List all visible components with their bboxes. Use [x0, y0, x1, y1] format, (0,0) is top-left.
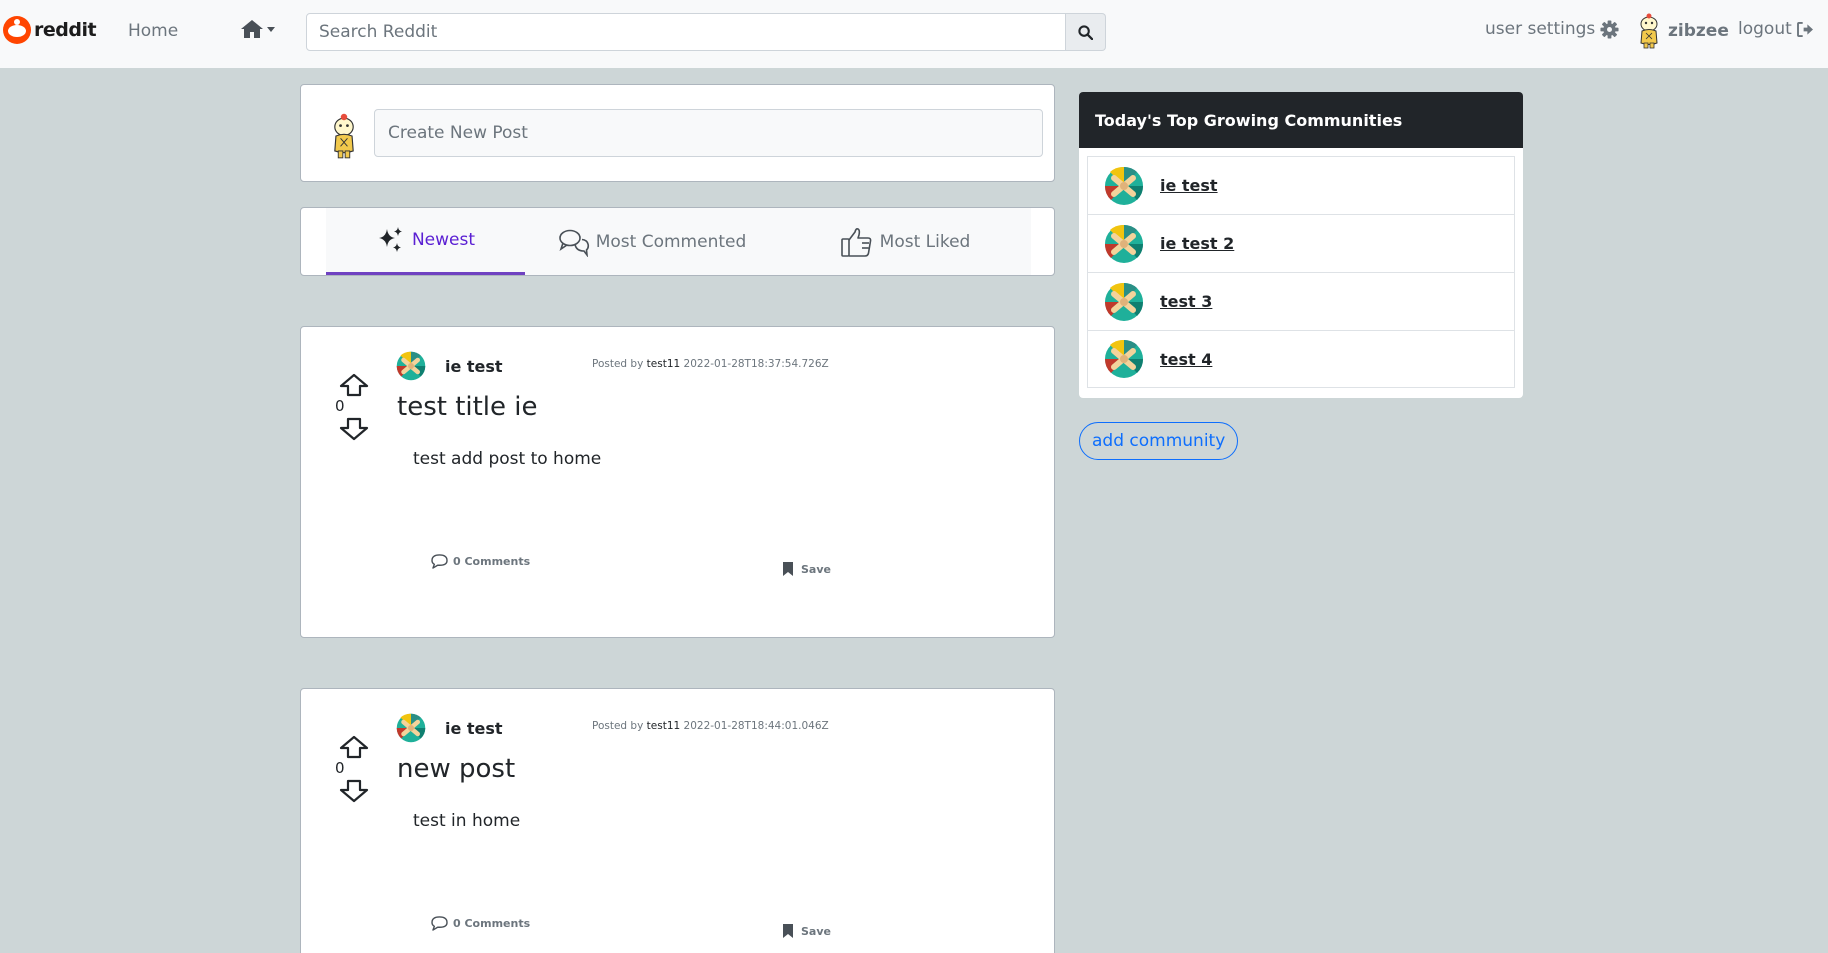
- brand-name: reddit: [34, 19, 97, 41]
- community-link[interactable]: test 4: [1160, 350, 1212, 369]
- community-link[interactable]: ie test: [1160, 176, 1218, 195]
- nav-home-link[interactable]: Home: [128, 21, 178, 41]
- save-button[interactable]: Save: [782, 923, 831, 939]
- comments-count-label: 0 Comments: [453, 917, 531, 930]
- logout-link[interactable]: logout: [1738, 19, 1814, 39]
- post-timestamp: 2022-01-28T18:37:54.726Z: [683, 358, 829, 370]
- downvote-arrow-icon[interactable]: [339, 417, 369, 441]
- logout-label: logout: [1738, 19, 1792, 39]
- search-input[interactable]: [306, 13, 1067, 51]
- chat-bubbles-icon: [558, 229, 589, 257]
- top-navbar: reddit Home user settings zibzee logout: [0, 0, 1828, 68]
- upvote-arrow-icon[interactable]: [339, 373, 369, 397]
- bookmark-icon: [783, 562, 793, 576]
- save-label: Save: [801, 924, 831, 938]
- comment-bubble-icon: [431, 916, 448, 931]
- create-post-input[interactable]: [374, 109, 1043, 157]
- bookmark-icon: [783, 924, 793, 938]
- post-timestamp: 2022-01-28T18:44:01.046Z: [683, 720, 829, 732]
- community-link[interactable]: ie test 2: [1160, 234, 1234, 253]
- post-header: ie test: [396, 713, 503, 743]
- tab-most-liked[interactable]: Most Liked: [779, 208, 1031, 275]
- sort-tabs-card: Newest Most Commented Most Liked: [300, 207, 1055, 276]
- vote-count: 0: [335, 397, 345, 415]
- home-dropdown-toggle[interactable]: [240, 19, 275, 39]
- community-list-item[interactable]: ie test 2: [1087, 214, 1515, 272]
- sign-out-icon: [1796, 21, 1813, 37]
- search-button[interactable]: [1066, 13, 1106, 51]
- community-link[interactable]: test 3: [1160, 292, 1212, 311]
- post-title[interactable]: new post: [397, 754, 515, 784]
- community-avatar: [396, 351, 426, 381]
- community-avatar: [1104, 282, 1144, 321]
- post-body: test add post to home: [413, 449, 602, 469]
- post-author[interactable]: test11: [647, 720, 681, 732]
- reddit-logo-icon: [3, 16, 31, 44]
- comments-button[interactable]: 0 Comments: [431, 554, 530, 569]
- post-header: ie test: [396, 351, 503, 381]
- upvote-arrow-icon[interactable]: [339, 735, 369, 759]
- community-list: ie test ie test 2 test 3 test 4: [1087, 156, 1515, 388]
- comments-button[interactable]: 0 Comments: [431, 916, 530, 931]
- create-post-card: [300, 84, 1055, 182]
- post-community-name[interactable]: ie test: [445, 357, 503, 376]
- vote-count: 0: [335, 759, 345, 777]
- sort-tabs: Newest Most Commented Most Liked: [326, 208, 1031, 275]
- post-meta: Posted by test11 2022-01-28T18:44:01.046…: [592, 720, 829, 732]
- community-list-item[interactable]: ie test: [1087, 156, 1515, 214]
- tab-newest-label: Newest: [411, 230, 476, 250]
- search-bar: [306, 13, 1106, 51]
- post-community-name[interactable]: ie test: [445, 719, 503, 738]
- community-list-item[interactable]: test 4: [1087, 330, 1515, 388]
- save-label: Save: [801, 562, 831, 576]
- top-communities-title: Today's Top Growing Communities: [1079, 92, 1523, 148]
- comments-count-label: 0 Comments: [453, 555, 531, 568]
- tab-newest[interactable]: Newest: [326, 208, 525, 275]
- tab-most-commented[interactable]: Most Commented: [525, 208, 779, 275]
- community-avatar: [1104, 224, 1144, 263]
- posted-by-label: Posted by: [592, 358, 644, 370]
- chevron-down-icon: [267, 26, 275, 32]
- community-avatar: [1104, 166, 1144, 205]
- tab-most-commented-label: Most Commented: [595, 231, 747, 252]
- community-avatar: [396, 713, 426, 743]
- top-communities-card: Today's Top Growing Communities ie test: [1079, 92, 1523, 398]
- sparkles-icon: [378, 227, 402, 252]
- comment-bubble-icon: [431, 554, 448, 569]
- post-card[interactable]: 0 ie test Posted by test11 2022-01-28T18…: [300, 688, 1055, 953]
- post-title[interactable]: test title ie: [397, 392, 538, 422]
- downvote-arrow-icon[interactable]: [339, 779, 369, 803]
- thumbs-up-icon: [840, 227, 872, 257]
- user-profile-link[interactable]: zibzee: [1636, 13, 1729, 49]
- user-settings-label: user settings: [1485, 19, 1596, 39]
- post-body: test in home: [413, 811, 521, 831]
- post-author[interactable]: test11: [647, 358, 681, 370]
- gear-icon: [1600, 19, 1619, 39]
- community-avatar: [1104, 339, 1144, 378]
- add-community-button[interactable]: add community: [1079, 422, 1239, 460]
- post-meta: Posted by test11 2022-01-28T18:37:54.726…: [592, 358, 829, 370]
- vote-widget: 0: [335, 735, 371, 803]
- posted-by-label: Posted by: [592, 720, 644, 732]
- vote-widget: 0: [335, 373, 371, 441]
- home-icon: [241, 20, 263, 38]
- tab-most-liked-label: Most Liked: [879, 231, 971, 252]
- user-avatar: [334, 113, 354, 159]
- user-settings-link[interactable]: user settings: [1485, 19, 1619, 39]
- reddit-logo-link[interactable]: reddit: [3, 16, 97, 44]
- post-card[interactable]: 0 ie test Posted by test11 2022-01-28T18…: [300, 326, 1055, 638]
- save-button[interactable]: Save: [782, 561, 831, 577]
- search-icon: [1078, 24, 1094, 40]
- user-avatar: [1640, 13, 1658, 49]
- username-label: zibzee: [1668, 21, 1729, 41]
- community-list-item[interactable]: test 3: [1087, 272, 1515, 330]
